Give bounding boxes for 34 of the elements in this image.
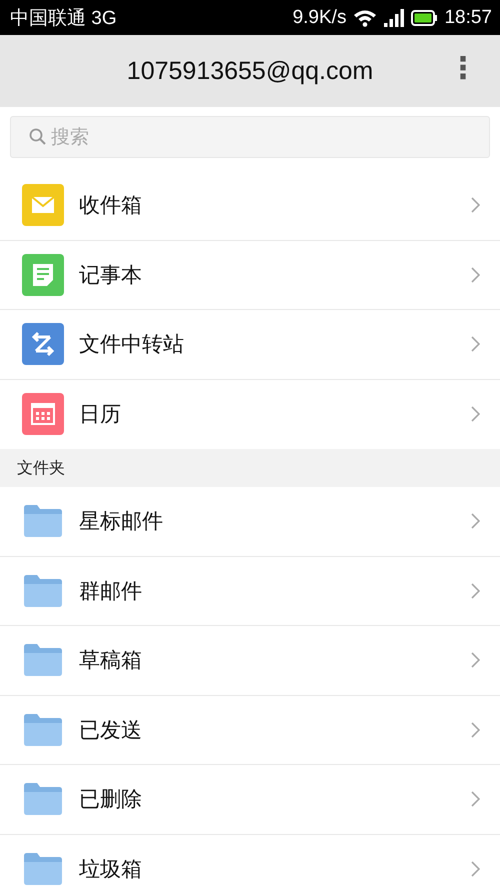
mailbox-item[interactable]: 记事本 <box>0 240 500 310</box>
chevron-icon <box>471 336 480 352</box>
folder-icon <box>24 644 62 676</box>
mailbox-item[interactable]: 群邮件 <box>0 556 500 626</box>
chevron-icon <box>471 722 480 738</box>
search-field[interactable]: 搜索 <box>10 116 490 158</box>
chevron-icon <box>471 513 480 530</box>
chevron-icon <box>471 406 480 422</box>
carrier-name: 中国联通 3G <box>10 6 117 30</box>
battery-icon <box>411 10 438 26</box>
chevron-icon <box>471 582 480 599</box>
menu-button[interactable]: ⋮ <box>442 51 484 86</box>
calendar-icon <box>22 393 64 436</box>
chevron-icon <box>471 791 480 808</box>
account-title: 1075913655@qq.com <box>126 56 374 86</box>
clock-time: 18:57 <box>444 6 492 28</box>
folder-icon <box>24 714 62 746</box>
folder-icon <box>24 505 62 538</box>
mailbox-item[interactable]: 已发送 <box>0 696 500 765</box>
signal-icon <box>384 8 404 26</box>
chevron-icon <box>471 861 480 878</box>
chevron-icon <box>471 197 480 214</box>
folder-icon <box>24 574 62 607</box>
envelope-icon <box>22 184 64 226</box>
chevron-icon <box>471 266 480 283</box>
chevron-icon <box>471 652 480 668</box>
wifi-icon <box>353 8 378 26</box>
note-icon <box>22 254 64 296</box>
transfer-arrows-icon <box>22 323 64 366</box>
search-icon <box>29 128 46 145</box>
folder-icon <box>24 853 62 886</box>
network-speed: 9.9K/s <box>292 6 346 28</box>
folder-icon <box>24 783 62 816</box>
section-title: 文件夹 <box>17 458 65 478</box>
